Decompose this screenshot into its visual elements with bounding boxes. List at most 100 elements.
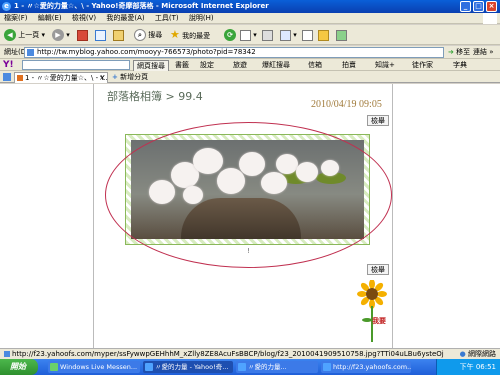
task-messenger-label: Windows Live Messen...	[60, 363, 138, 371]
windows-logo-icon	[483, 13, 497, 24]
tab-active[interactable]: 1 - 〃☆愛的力量☆、\ - Y... ×	[14, 72, 108, 83]
menu-file[interactable]: 檔案(F)	[4, 13, 28, 24]
home-icon	[113, 29, 124, 41]
home-button[interactable]	[113, 28, 124, 42]
back-label: 上一頁	[18, 31, 40, 39]
favorites-button[interactable]: ★ 我的最愛	[170, 28, 210, 42]
sunflower-text: 我要	[372, 317, 386, 325]
content-border-left	[93, 84, 94, 348]
yahoo-bookmarks[interactable]: 書籤	[175, 59, 189, 71]
menu-favorites[interactable]: 我的最愛(A)	[106, 13, 144, 24]
toolbar: ◀ 上一頁 ▾ ▶ ▾ ⌕ 搜尋 ★ 我的最愛 ⟳ ▾ ▾	[0, 25, 500, 45]
address-url: http://tw.myblog.yahoo.com/mooyy-766573/…	[37, 48, 256, 56]
status-bar: http://f23.yahoofs.com/myper/ssFywwpGEHh…	[0, 348, 500, 359]
yahoo-toolbar: Y! 網頁搜尋 書籤 設定 旅遊 爆紅搜尋 信箱 拍賣 知識+ 徒作家 字典	[0, 59, 500, 72]
menu-view[interactable]: 檢視(V)	[72, 13, 96, 24]
task-ie-active-label: 〃愛的力量 - Yahoo!奇...	[155, 363, 229, 371]
ie-task-icon	[238, 363, 246, 371]
post-date: 2010/04/19 09:05	[311, 99, 382, 110]
task-messenger[interactable]: Windows Live Messen...	[48, 361, 140, 373]
yahoo-writer[interactable]: 徒作家	[412, 59, 433, 71]
tab-close-icon[interactable]: ×	[99, 73, 105, 83]
content-border-right	[392, 84, 393, 348]
page-title[interactable]: 部落格相簿 > 99.4	[107, 88, 203, 104]
status-zone-label: 網際網路	[468, 350, 496, 358]
start-button[interactable]: 開始	[0, 359, 38, 375]
new-tab-button[interactable]: + 新增分頁	[112, 72, 148, 83]
search-icon: ⌕	[134, 29, 146, 41]
search-label: 搜尋	[148, 31, 163, 39]
folder-icon	[318, 29, 329, 41]
ie-logo-icon: e	[2, 2, 11, 11]
window-title: 1 - 〃☆愛的力量☆、\ - Yahoo!奇摩部落格 - Microsoft …	[14, 2, 269, 10]
mail-button[interactable]: ▾	[240, 28, 257, 42]
yahoo-hot-search[interactable]: 爆紅搜尋	[262, 59, 290, 71]
discuss-icon	[302, 29, 313, 41]
go-label: 移至	[456, 48, 471, 56]
close-button[interactable]: ×	[486, 1, 497, 12]
yahoo-search-input[interactable]	[22, 60, 130, 70]
globe-icon: ●	[459, 350, 466, 358]
clock[interactable]: 下午 06:51	[460, 363, 496, 371]
favorites-label: 我的最愛	[182, 32, 211, 40]
quick-tabs-icon[interactable]	[3, 73, 11, 81]
menu-tools[interactable]: 工具(T)	[155, 13, 179, 24]
links-button[interactable]: 連結 »	[473, 47, 494, 58]
task-ie-3-label: http://f23.yahoofs.com...	[333, 363, 411, 371]
back-button[interactable]: ◀ 上一頁 ▾	[4, 28, 45, 42]
stop-button[interactable]	[77, 28, 88, 42]
task-ie-2-label: 〃愛的力量...	[248, 363, 287, 371]
go-arrow-icon: ➜	[448, 48, 454, 56]
search-button[interactable]: ⌕ 搜尋	[134, 28, 162, 42]
task-ie-active[interactable]: 〃愛的力量 - Yahoo!奇...	[143, 361, 233, 373]
taskbar: 開始 Windows Live Messen... 〃愛的力量 - Yahoo!…	[0, 359, 500, 375]
yahoo-auction[interactable]: 拍賣	[342, 59, 356, 71]
print-icon	[262, 29, 273, 41]
yahoo-dictionary[interactable]: 字典	[453, 59, 467, 71]
discuss-button[interactable]	[302, 28, 313, 42]
yahoo-logo-icon[interactable]: Y!	[3, 59, 14, 71]
title-bar: e 1 - 〃☆愛的力量☆、\ - Yahoo!奇摩部落格 - Microsof…	[0, 0, 500, 13]
minimize-button[interactable]: _	[460, 1, 471, 12]
page-icon	[27, 49, 34, 56]
menu-edit[interactable]: 編輯(E)	[38, 13, 62, 24]
yahoo-travel[interactable]: 旅遊	[233, 59, 247, 71]
star-icon: ★	[170, 28, 180, 41]
tab-favicon-icon	[17, 75, 23, 81]
sunflower-sticker[interactable]: 我要	[356, 279, 388, 346]
edit-button[interactable]: ▾	[280, 28, 297, 42]
yahoo-mail[interactable]: 信箱	[308, 59, 322, 71]
messenger-task-icon	[50, 363, 58, 371]
address-bar: 網址(D) http://tw.myblog.yahoo.com/mooyy-7…	[0, 46, 500, 59]
page-content: 部落格相簿 > 99.4 2010/04/19 09:05 檢舉 ! 檢舉 我要	[0, 84, 500, 348]
back-arrow-icon: ◀	[4, 29, 16, 41]
refresh-button[interactable]	[95, 28, 106, 42]
maximize-button[interactable]: □	[473, 1, 484, 12]
go-button[interactable]: ➜ 移至	[448, 47, 470, 58]
menu-help[interactable]: 說明(H)	[189, 13, 214, 24]
tab-bar: 1 - 〃☆愛的力量☆、\ - Y... × + 新增分頁	[0, 71, 500, 83]
system-tray: 下午 06:51	[436, 359, 500, 375]
history-button[interactable]: ⟳	[224, 28, 236, 42]
forward-button[interactable]: ▶ ▾	[52, 28, 70, 42]
ie-task-icon	[323, 363, 331, 371]
address-input[interactable]: http://tw.myblog.yahoo.com/mooyy-766573/…	[24, 47, 444, 58]
messenger-icon	[336, 29, 347, 41]
task-ie-3[interactable]: http://f23.yahoofs.com...	[321, 361, 411, 373]
status-page-icon	[4, 351, 10, 357]
report-button-bottom[interactable]: 檢舉	[367, 264, 389, 275]
links-label: 連結	[473, 48, 487, 56]
print-button[interactable]	[262, 28, 273, 42]
tab-active-label: 1 - 〃☆愛的力量☆、\ - Y...	[25, 74, 108, 82]
menu-bar: 檔案(F) 編輯(E) 檢視(V) 我的最愛(A) 工具(T) 說明(H)	[0, 13, 500, 24]
sunflower-icon	[357, 279, 387, 342]
messenger-button[interactable]	[336, 28, 347, 42]
yahoo-settings[interactable]: 設定	[200, 59, 214, 71]
report-button-top[interactable]: 檢舉	[367, 115, 389, 126]
history-icon: ⟳	[224, 29, 236, 41]
folder-button[interactable]	[318, 28, 329, 42]
yahoo-knowledge[interactable]: 知識+	[375, 59, 395, 71]
refresh-icon	[95, 29, 106, 41]
new-tab-icon: +	[112, 73, 118, 81]
task-ie-2[interactable]: 〃愛的力量...	[236, 361, 318, 373]
